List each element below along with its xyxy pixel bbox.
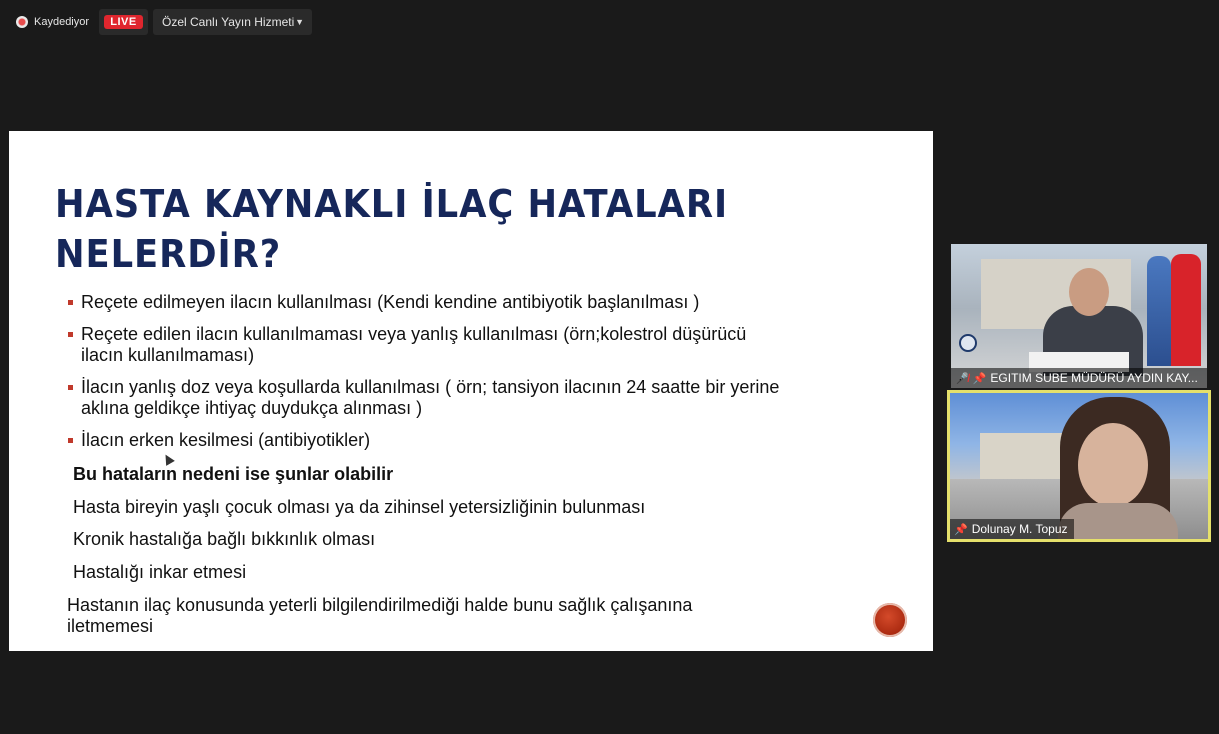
cause-heading: Bu hataların nedeni ise şunlar olabilir	[73, 464, 394, 484]
live-streaming-service-dropdown[interactable]: Özel Canlı Yayın Hizmeti ▼	[153, 9, 312, 35]
participant-name-bar: 🎤̸ 📌 EGITIM SUBE MÜDÜRÜ AYDIN KAY...	[951, 368, 1207, 388]
bullet-square-icon	[68, 300, 73, 305]
slide-title: HASTA KAYNAKLI İLAÇ HATALARI NELERDİR?	[55, 179, 762, 279]
speaker-head	[1069, 268, 1109, 316]
institution-flag	[1147, 256, 1171, 366]
turkish-flag	[1171, 254, 1201, 366]
list-item: İlacın yanlış doz veya koşullarda kullan…	[65, 377, 865, 419]
recording-indicator: Kaydediyor	[8, 9, 96, 35]
record-icon	[16, 16, 28, 28]
list-item: Reçete edilen ilacın kullanılmaması veya…	[65, 324, 865, 366]
bullet-square-icon	[68, 385, 73, 390]
slide-logo	[873, 603, 907, 637]
slide-title-line1: HASTA KAYNAKLI İLAÇ HATALARI	[55, 182, 729, 226]
live-badge-button[interactable]: LIVE	[99, 9, 148, 35]
participant-name: EGITIM SUBE MÜDÜRÜ AYDIN KAY...	[990, 371, 1198, 385]
participant-name-bar: 📌 Dolunay M. Topuz	[950, 519, 1074, 539]
bullet-list: Reçete edilmeyen ilacın kullanılması (Ke…	[65, 292, 865, 462]
speaker-body	[1058, 503, 1178, 539]
background-building	[980, 433, 1070, 483]
cause-item: Hastalığı inkar etmesi	[73, 562, 247, 582]
participant-video-tile[interactable]: 🎤̸ 📌 EGITIM SUBE MÜDÜRÜ AYDIN KAY...	[951, 244, 1207, 388]
cause-item: Hastanın ilaç konusunda yeterli bilgilen…	[67, 595, 693, 636]
caret-down-icon: ▼	[295, 17, 304, 27]
bullet-square-icon	[68, 438, 73, 443]
live-badge: LIVE	[104, 15, 143, 29]
mic-muted-icon: 🎤̸	[955, 372, 969, 385]
list-item: İlacın erken kesilmesi (antibiyotikler)	[65, 430, 865, 451]
participant-name: Dolunay M. Topuz	[971, 522, 1068, 536]
speaker-face	[1078, 423, 1148, 507]
active-speaker-video-tile[interactable]: 📌 Dolunay M. Topuz	[947, 390, 1211, 542]
pin-icon: 📌	[972, 372, 987, 385]
list-item: Reçete edilmeyen ilacın kullanılması (Ke…	[65, 292, 865, 313]
shared-slide: HASTA KAYNAKLI İLAÇ HATALARI NELERDİR? R…	[9, 131, 933, 651]
recording-label: Kaydediyor	[34, 16, 90, 28]
pin-icon: 📌	[954, 523, 968, 536]
logo-emblem-icon	[959, 334, 977, 352]
bullet-square-icon	[68, 332, 73, 337]
cause-item: Kronik hastalığa bağlı bıkkınlık olması	[73, 529, 376, 549]
slide-title-line2: NELERDİR?	[55, 232, 282, 276]
service-label: Özel Canlı Yayın Hizmeti	[162, 15, 295, 29]
cause-item: Hasta bireyin yaşlı çocuk olması ya da z…	[73, 497, 646, 517]
